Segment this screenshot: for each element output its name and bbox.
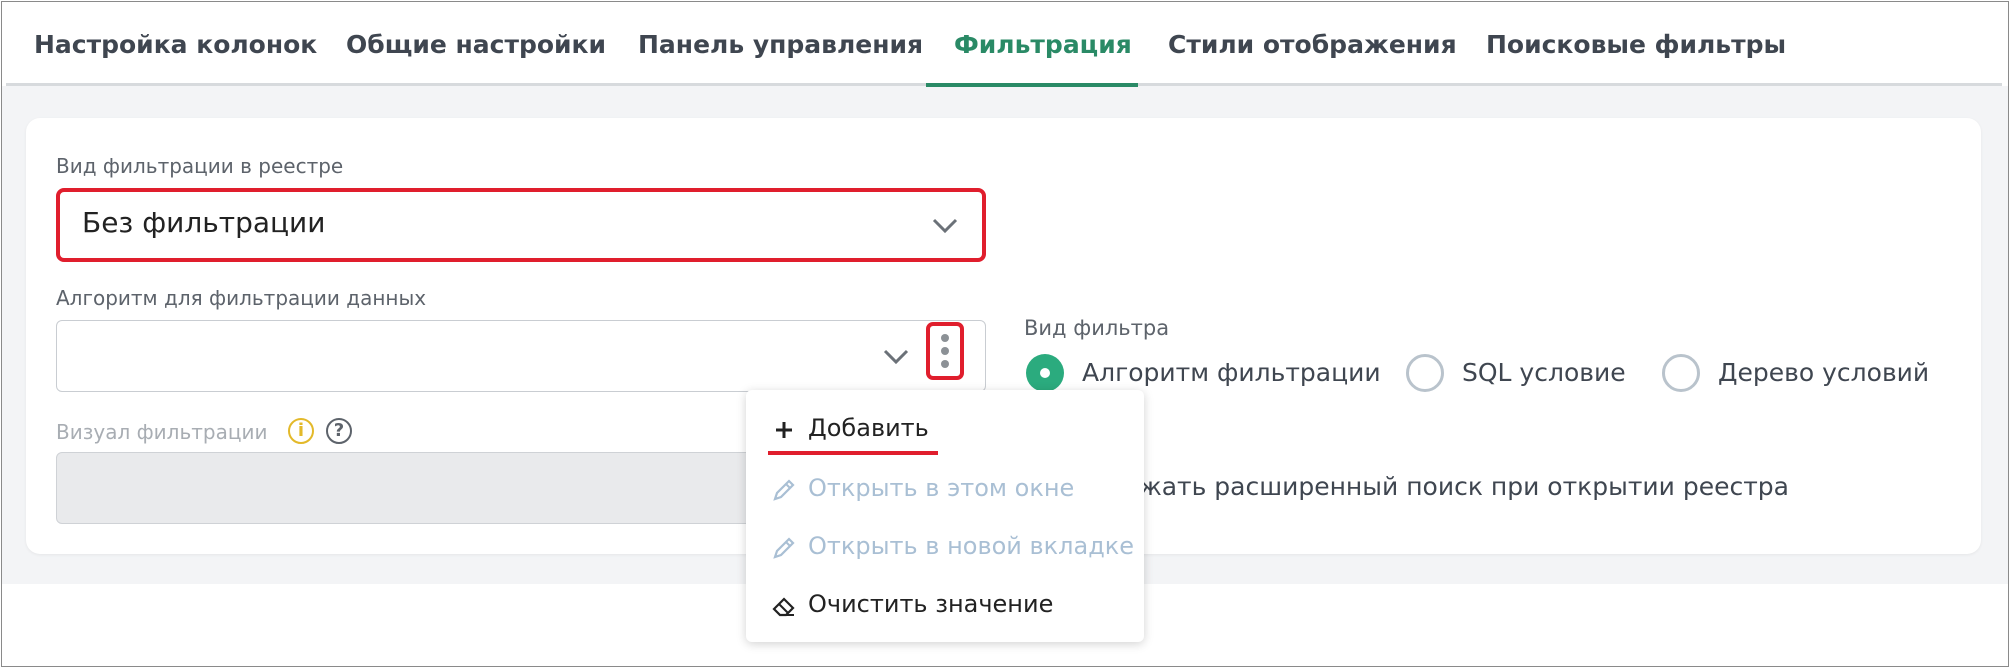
visual-field — [56, 452, 762, 524]
pencil-icon — [773, 479, 795, 501]
menu-item-label: Открыть в новой вкладке — [808, 532, 1135, 560]
radio-unselected-icon — [1406, 354, 1444, 392]
radio-label: Алгоритм фильтрации — [1082, 358, 1381, 387]
kebab-dot — [941, 360, 949, 368]
tab-control-panel[interactable]: Панель управления — [638, 30, 923, 86]
tab-display-styles[interactable]: Стили отображения — [1168, 30, 1457, 86]
highlight-underline — [768, 451, 938, 455]
filter-type-label: Вид фильтра — [1024, 316, 1170, 340]
info-icon[interactable]: i — [288, 418, 314, 444]
pencil-icon — [773, 537, 795, 559]
chevron-down-icon — [932, 218, 958, 234]
menu-item-label: Открыть в этом окне — [808, 474, 1075, 502]
filter-view-value: Без фильтрации — [82, 206, 326, 239]
radio-selected-icon — [1026, 354, 1064, 392]
plus-icon — [776, 422, 792, 438]
tab-filtering[interactable]: Фильтрация — [954, 30, 1132, 86]
chevron-down-icon[interactable] — [883, 349, 909, 365]
context-menu: Добавить Открыть в этом окне Открыть в н… — [746, 390, 1144, 642]
tab-search-filters[interactable]: Поисковые фильтры — [1486, 30, 1786, 86]
menu-item-label: Добавить — [808, 414, 929, 442]
filter-view-select[interactable]: Без фильтрации — [56, 188, 986, 262]
filter-view-label: Вид фильтрации в реестре — [56, 154, 344, 178]
tab-general-settings[interactable]: Общие настройки — [346, 30, 606, 86]
visual-label: Визуал фильтрации — [56, 420, 268, 444]
more-options-button[interactable] — [926, 322, 964, 380]
kebab-dot — [941, 334, 949, 342]
algorithm-label: Алгоритм для фильтрации данных — [56, 286, 427, 310]
extended-search-label[interactable]: ражать расширенный поиск при открытии ре… — [1108, 472, 1789, 501]
radio-label: Дерево условий — [1718, 358, 1930, 387]
eraser-icon — [772, 597, 795, 617]
active-tab-indicator — [926, 83, 1138, 87]
algorithm-select[interactable] — [56, 320, 986, 392]
help-icon[interactable]: ? — [326, 418, 352, 444]
radio-label: SQL условие — [1462, 358, 1626, 387]
tab-bar: Настройка колонок Общие настройки Панель… — [6, 0, 2002, 86]
tab-column-settings[interactable]: Настройка колонок — [34, 30, 317, 86]
kebab-dot — [941, 347, 949, 355]
radio-unselected-icon — [1662, 354, 1700, 392]
menu-item-label: Очистить значение — [808, 590, 1054, 618]
